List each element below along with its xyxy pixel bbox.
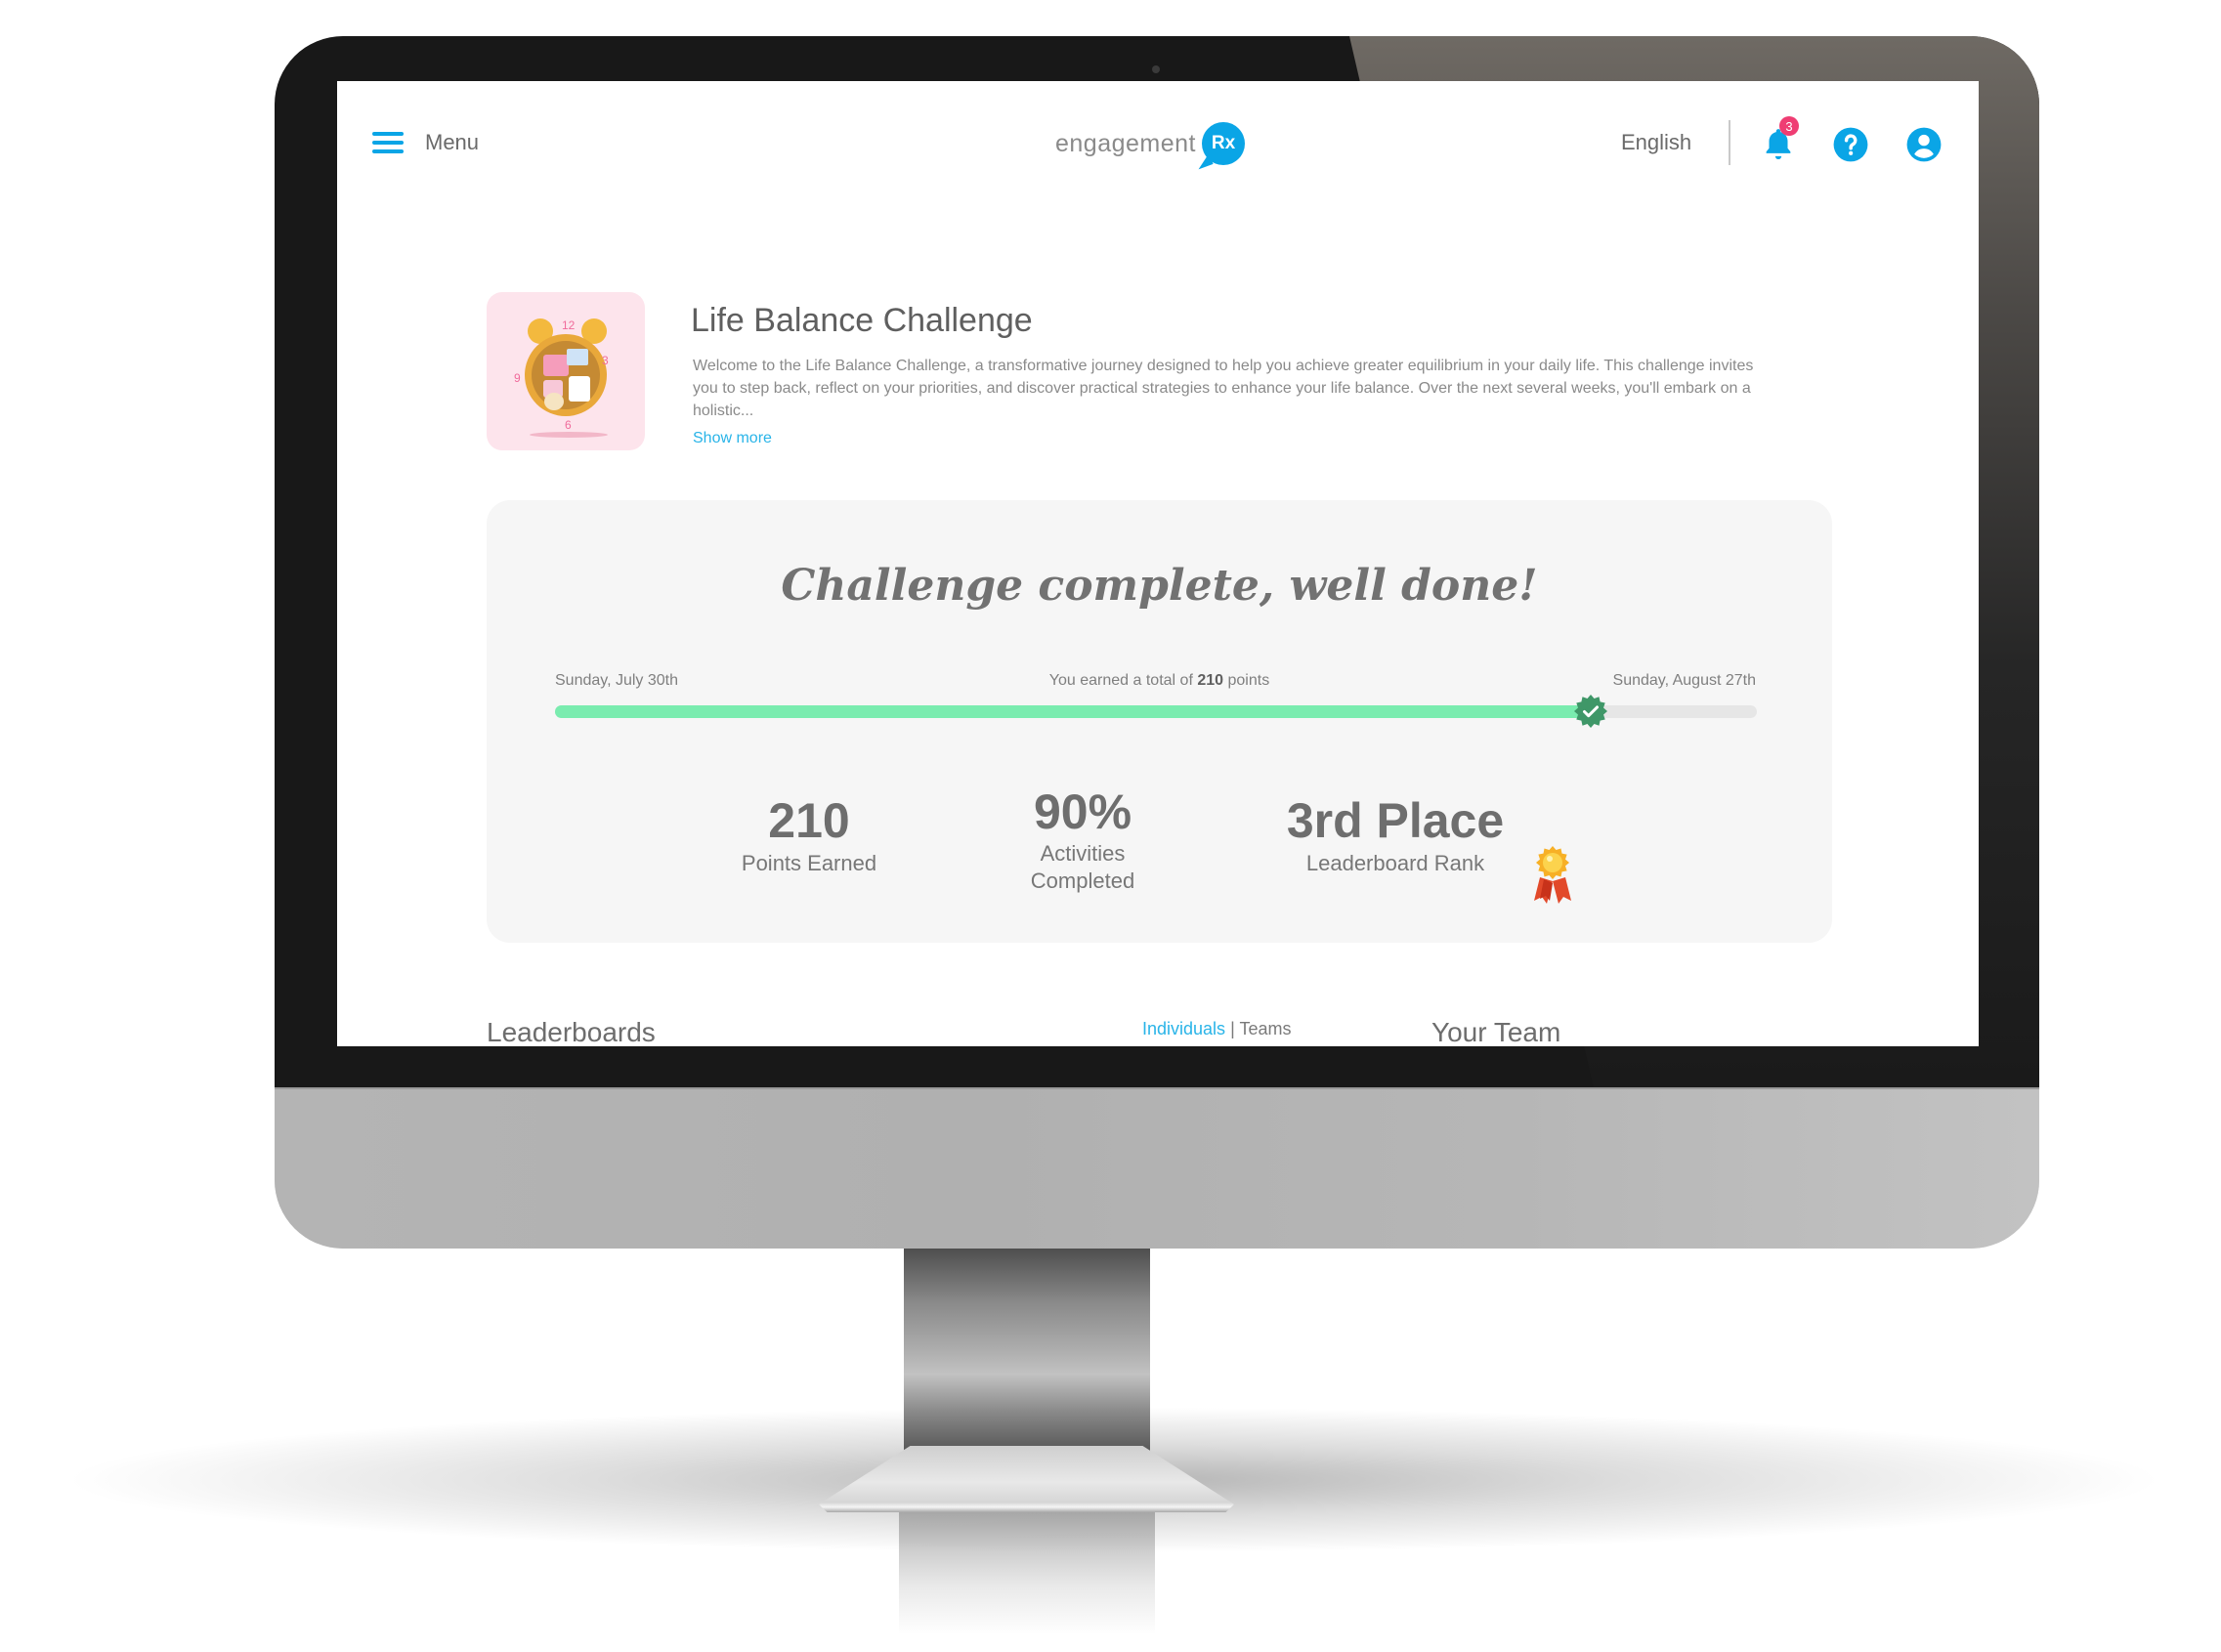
progress-fill xyxy=(555,705,1592,718)
profile-button[interactable] xyxy=(1905,126,1943,163)
screen: Menu engagement Rx English 3 12 3 6 9 Li… xyxy=(337,81,1979,1046)
engagement-rx-logo[interactable]: engagement Rx xyxy=(1055,122,1246,165)
activities-completed-value: 90% xyxy=(1033,784,1132,839)
end-date: Sunday, August 27th xyxy=(1612,672,1756,689)
help-icon xyxy=(1833,127,1868,162)
leaderboard-rank-value: 3rd Place xyxy=(1286,793,1505,848)
points-summary-prefix: You earned a total of xyxy=(1048,672,1193,689)
challenge-complete-card: Challenge complete, well done! Sunday, J… xyxy=(487,500,1832,943)
stand-reflection xyxy=(899,1512,1155,1634)
help-button[interactable] xyxy=(1832,126,1869,163)
stat-leaderboard-rank: 3rd Place Leaderboard Rank xyxy=(1249,791,1542,877)
monitor-chin xyxy=(275,1087,2039,1249)
notifications-button[interactable]: 3 xyxy=(1760,116,1799,163)
points-earned-label: Points Earned xyxy=(741,851,877,875)
leaderboards-heading: Leaderboards xyxy=(487,1017,656,1046)
logo-speech-bubble-icon: Rx xyxy=(1202,122,1246,165)
notification-count-badge: 3 xyxy=(1779,116,1799,136)
challenge-description: Welcome to the Life Balance Challenge, a… xyxy=(693,358,1754,419)
alarm-clock-icon: 12 3 6 9 xyxy=(514,318,609,438)
points-earned-value: 210 xyxy=(768,793,850,848)
clock-number-9: 9 xyxy=(514,371,521,385)
stat-points-earned: 210 Points Earned xyxy=(702,791,917,877)
stat-activities-completed: 90% Activities Completed xyxy=(975,784,1190,895)
top-bar: Menu engagement Rx English 3 xyxy=(337,81,1979,189)
language-selector[interactable]: English xyxy=(1621,130,1691,155)
camera-dot xyxy=(1152,65,1160,73)
tab-teams[interactable]: Teams xyxy=(1239,1019,1291,1038)
show-more-link[interactable]: Show more xyxy=(693,430,772,447)
leaderboard-tabs: Individuals | Teams xyxy=(1142,1019,1291,1039)
hamburger-icon xyxy=(372,132,404,153)
tab-individuals[interactable]: Individuals xyxy=(1142,1019,1225,1038)
progress-marker xyxy=(1573,694,1608,729)
user-icon xyxy=(1906,127,1942,162)
clock-number-6: 6 xyxy=(565,418,572,432)
award-medal-icon xyxy=(1534,846,1571,904)
logo-text: engagement xyxy=(1055,129,1197,157)
verified-check-badge-icon xyxy=(1574,695,1608,728)
header-divider xyxy=(1729,120,1730,165)
challenge-thumbnail: 12 3 6 9 xyxy=(487,292,645,450)
points-summary-value: 210 xyxy=(1197,672,1224,689)
leaderboard-rank-label: Leaderboard Rank xyxy=(1305,851,1485,875)
completion-heading: Challenge complete, well done! xyxy=(781,561,1538,611)
activities-completed-label-line1: Activities xyxy=(1040,841,1126,866)
menu-button[interactable]: Menu xyxy=(372,130,479,155)
activities-completed-label-line2: Completed xyxy=(1030,868,1135,893)
monitor-stand-neck xyxy=(904,1249,1150,1465)
clock-number-3: 3 xyxy=(602,354,609,367)
tab-separator: | xyxy=(1230,1019,1235,1038)
challenge-progress-bar xyxy=(555,695,1757,728)
your-team-heading: Your Team xyxy=(1431,1017,1561,1046)
points-summary-suffix: points xyxy=(1227,672,1270,689)
logo-badge-text: Rx xyxy=(1211,133,1236,153)
menu-label: Menu xyxy=(425,130,480,154)
clock-number-12: 12 xyxy=(562,318,576,332)
challenge-title: Life Balance Challenge xyxy=(691,302,1033,339)
